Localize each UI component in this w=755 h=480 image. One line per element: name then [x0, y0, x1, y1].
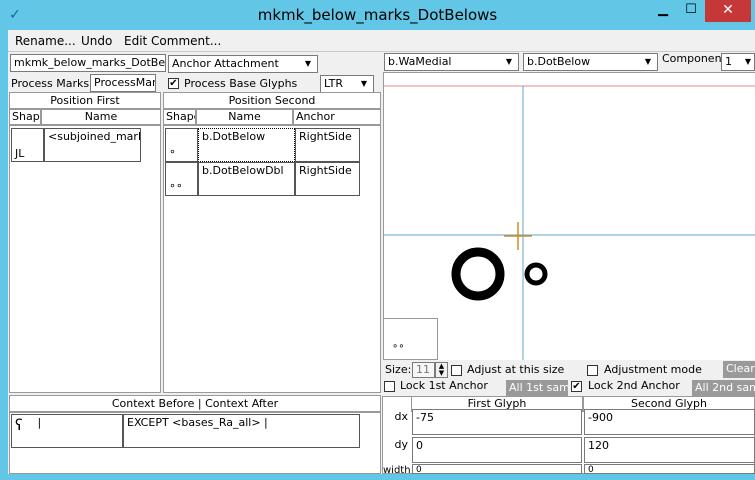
second-width-field[interactable]: 0: [584, 464, 755, 474]
context-after-cell[interactable]: EXCEPT <bases_Ra_all> |: [123, 414, 360, 448]
chevron-down-icon: ▼: [644, 57, 652, 66]
lookup-type-value: Anchor Attachment: [172, 57, 279, 70]
position-first-list[interactable]: [9, 125, 161, 393]
adjust-size-label: Adjust at this size: [467, 363, 565, 376]
pf-row-shape[interactable]: JL: [11, 128, 44, 162]
pf-col-shape: Shape: [9, 109, 41, 125]
close-button[interactable]: ✕: [705, 0, 751, 22]
width-label: width: [383, 465, 411, 476]
mark-glyph-outline: [524, 262, 548, 286]
dy-label: dy: [394, 438, 409, 451]
component-select[interactable]: 1 ▼: [721, 53, 755, 71]
adjustment-mode-checkbox[interactable]: [587, 365, 598, 376]
lookup-type-select[interactable]: Anchor Attachment ▼: [168, 55, 318, 73]
lock-2nd-checkbox[interactable]: ✔: [571, 381, 582, 392]
clear-button[interactable]: Clear: [723, 361, 755, 378]
direction-select[interactable]: LTR ▼: [320, 75, 374, 93]
context-before-text: |: [37, 416, 42, 429]
chevron-down-icon: ▼: [360, 79, 368, 88]
process-base-checkbox[interactable]: ✔: [168, 78, 179, 89]
all-1st-same-button[interactable]: All 1st same: [506, 380, 568, 397]
first-dx-field[interactable]: -75: [412, 409, 582, 435]
first-dy-field[interactable]: 0: [412, 437, 582, 463]
dx-label: dx: [394, 410, 409, 423]
chevron-down-icon: ▼: [304, 59, 312, 68]
size-label: Size:: [385, 363, 412, 376]
lock-1st-checkbox[interactable]: [384, 381, 395, 392]
ps-col-anchor: Anchor: [293, 109, 381, 125]
first-width-field[interactable]: 0: [412, 464, 582, 474]
glyph-thumbnail: ∘∘: [383, 318, 438, 360]
pf-col-name: Name: [41, 109, 161, 125]
glyph1-select[interactable]: b.WaMedial ▼: [384, 53, 519, 71]
base-glyph-outline: [451, 247, 505, 301]
direction-value: LTR: [324, 77, 343, 90]
all-2nd-same-button[interactable]: All 2nd same: [692, 380, 755, 397]
second-dy-field[interactable]: 120: [584, 437, 755, 463]
menu-rename[interactable]: Rename...: [15, 33, 76, 49]
glyph2-select[interactable]: b.DotBelow ▼: [523, 53, 658, 71]
glyph-preview-canvas[interactable]: [383, 72, 755, 360]
lock-1st-label: Lock 1st Anchor: [400, 379, 488, 392]
menu-divider: [8, 51, 755, 52]
spin-down-icon[interactable]: ▼: [436, 370, 447, 377]
chevron-down-icon: ▼: [505, 57, 513, 66]
glyph2-value: b.DotBelow: [527, 55, 591, 68]
ps-col-shape: Shape: [163, 109, 196, 125]
ps-col-name: Name: [196, 109, 293, 125]
process-marks-label: Process Marks:: [11, 77, 93, 90]
adjustment-mode-label: Adjustment mode: [604, 363, 702, 376]
ps-row-name[interactable]: b.DotBelowDbl: [198, 162, 295, 196]
menu-edit-comment[interactable]: Edit Comment...: [124, 33, 221, 49]
menu-undo[interactable]: Undo: [81, 33, 112, 49]
adjust-size-checkbox[interactable]: [451, 365, 462, 376]
process-base-label: Process Base Glyphs: [184, 77, 298, 90]
maximize-button[interactable]: ☐: [677, 0, 705, 22]
position-second-header: Position Second: [163, 92, 381, 109]
context-header: Context Before | Context After: [9, 395, 381, 412]
second-dx-field[interactable]: -900: [584, 409, 755, 435]
size-spinner[interactable]: ▲ ▼: [435, 362, 448, 378]
ps-row-shape[interactable]: ∘: [165, 128, 198, 162]
window-title: mkmk_below_marks_DotBelows: [257, 6, 498, 24]
position-first-header: Position First: [9, 92, 161, 109]
component-value: 1: [725, 55, 732, 68]
process-marks-field[interactable]: ProcessMark: [90, 74, 156, 92]
size-field[interactable]: 11: [412, 362, 435, 378]
ps-row-anchor[interactable]: RightSide: [295, 128, 360, 162]
minimize-button[interactable]: ▁: [649, 0, 677, 22]
pf-row-name[interactable]: <subjoined_marks_: [44, 128, 141, 162]
component-label: Component:: [662, 52, 730, 65]
context-before-glyph: ʕ: [15, 416, 23, 434]
ps-row-shape[interactable]: ∘∘: [165, 162, 198, 196]
chevron-down-icon: ▼: [744, 57, 752, 66]
lookup-name-field[interactable]: mkmk_below_marks_DotBelows: [10, 54, 166, 72]
glyph1-value: b.WaMedial: [388, 55, 452, 68]
glyph-preview-svg: [384, 85, 755, 360]
ps-row-name[interactable]: b.DotBelow: [198, 128, 295, 162]
ps-row-anchor[interactable]: RightSide: [295, 162, 360, 196]
context-before-cell[interactable]: ʕ |: [11, 414, 123, 448]
lock-2nd-label: Lock 2nd Anchor: [588, 379, 680, 392]
